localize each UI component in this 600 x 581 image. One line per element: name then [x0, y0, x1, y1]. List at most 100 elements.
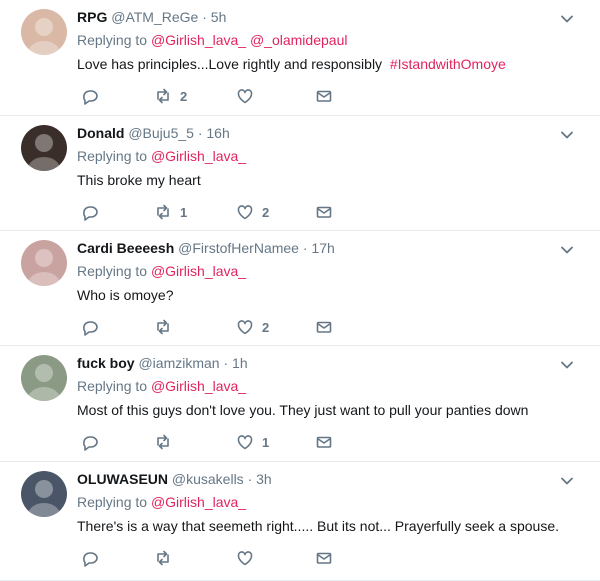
replying-label: Replying to: [77, 32, 148, 48]
direct-message-button[interactable]: [315, 432, 333, 452]
retweet-button[interactable]: [154, 317, 180, 337]
direct-message-button[interactable]: [315, 317, 333, 337]
display-name[interactable]: Donald: [77, 125, 124, 141]
reply-icon: [80, 318, 98, 336]
like-button[interactable]: 2: [236, 202, 269, 222]
tweet[interactable]: Donald @Buju5_5 · 16h Replying to @Girlis…: [0, 116, 600, 231]
mention-link[interactable]: @Girlish_lava_: [151, 378, 246, 394]
tweet-actions: 2: [77, 317, 377, 337]
separator-dot: ·: [198, 9, 211, 25]
direct-message-button[interactable]: [315, 86, 333, 106]
user-handle[interactable]: @kusakells: [172, 471, 244, 487]
tweet-actions: 1: [77, 432, 377, 452]
like-count: 2: [262, 319, 270, 335]
avatar[interactable]: [21, 9, 67, 55]
replying-label: Replying to: [77, 148, 148, 164]
separator-dot: ·: [193, 125, 207, 141]
display-name[interactable]: Cardi Beeeesh: [77, 240, 174, 256]
replying-label: Replying to: [77, 263, 148, 279]
retweet-icon: [154, 318, 172, 336]
separator-dot: ·: [298, 240, 312, 256]
tweet[interactable]: OLUWASEUN @kusakells · 3h Replying to @Gi…: [0, 462, 600, 581]
timestamp[interactable]: 17h: [311, 240, 334, 256]
tweet-actions: 12: [77, 202, 377, 222]
direct-message-button[interactable]: [315, 548, 333, 568]
reply-icon: [80, 87, 98, 105]
like-icon: [236, 203, 254, 221]
tweet-actions: 2: [77, 86, 377, 106]
like-icon: [236, 433, 254, 451]
tweet-body: Love has principles...Love rightly and r…: [77, 56, 383, 72]
tweet-text: Most of this guys don't love you. They j…: [77, 401, 528, 419]
user-handle[interactable]: @Buju5_5: [128, 125, 194, 141]
reply-button[interactable]: [80, 202, 98, 222]
like-count: 1: [262, 434, 270, 450]
replying-to: Replying to @Girlish_lava_: [77, 377, 246, 395]
display-name[interactable]: fuck boy: [77, 355, 135, 371]
mention-link[interactable]: @Girlish_lava_: [151, 148, 246, 164]
tweet-header: fuck boy @iamzikman · 1h: [77, 354, 248, 372]
mention-link[interactable]: @Girlish_lava_: [151, 494, 246, 510]
retweet-icon: [154, 433, 172, 451]
direct-message-icon: [315, 318, 333, 336]
chevron-down-icon[interactable]: [560, 243, 574, 257]
tweet[interactable]: RPG @ATM_ReGe · 5h Replying to @Girlish_l…: [0, 0, 600, 116]
tweet-header: Donald @Buju5_5 · 16h: [77, 124, 230, 142]
user-handle[interactable]: @FirstofHerNamee: [178, 240, 299, 256]
tweet[interactable]: Cardi Beeeesh @FirstofHerNamee · 17h Repl…: [0, 231, 600, 346]
tweet-body: Who is omoye?: [77, 287, 174, 303]
reply-icon: [80, 549, 98, 567]
direct-message-button[interactable]: [315, 202, 333, 222]
mention-link[interactable]: @_olamidepaul: [250, 32, 348, 48]
display-name[interactable]: RPG: [77, 9, 107, 25]
reply-button[interactable]: [80, 548, 98, 568]
chevron-down-icon[interactable]: [560, 128, 574, 142]
chevron-down-icon[interactable]: [560, 12, 574, 26]
user-handle[interactable]: @ATM_ReGe: [111, 9, 198, 25]
timestamp[interactable]: 3h: [256, 471, 272, 487]
tweet-body: This broke my heart: [77, 172, 201, 188]
tweet-body: There's is a way that seemeth right.....…: [77, 518, 560, 534]
tweet-actions: [77, 548, 377, 568]
tweet-text: Who is omoye?: [77, 286, 173, 304]
hashtag-link[interactable]: #IstandwithOmoye: [390, 56, 506, 72]
replying-label: Replying to: [77, 378, 148, 394]
avatar[interactable]: [21, 355, 67, 401]
separator-dot: ·: [219, 355, 233, 371]
retweet-button[interactable]: 1: [154, 202, 187, 222]
retweet-button[interactable]: 2: [154, 86, 187, 106]
reply-button[interactable]: [80, 432, 98, 452]
mention-link[interactable]: @Girlish_lava_: [151, 32, 246, 48]
timestamp[interactable]: 5h: [211, 9, 227, 25]
tweet[interactable]: fuck boy @iamzikman · 1h Replying to @Gir…: [0, 346, 600, 462]
direct-message-icon: [315, 203, 333, 221]
like-button[interactable]: [236, 86, 262, 106]
avatar[interactable]: [21, 240, 67, 286]
avatar[interactable]: [21, 125, 67, 171]
retweet-icon: [154, 549, 172, 567]
retweet-button[interactable]: [154, 432, 180, 452]
like-button[interactable]: 1: [236, 432, 269, 452]
replying-to: Replying to @Girlish_lava_ @_olamidepaul: [77, 31, 347, 49]
timestamp[interactable]: 1h: [232, 355, 248, 371]
user-handle[interactable]: @iamzikman: [138, 355, 219, 371]
retweet-icon: [154, 203, 172, 221]
tweet-header: OLUWASEUN @kusakells · 3h: [77, 470, 272, 488]
mention-link[interactable]: @Girlish_lava_: [151, 263, 246, 279]
avatar[interactable]: [21, 471, 67, 517]
like-button[interactable]: [236, 548, 262, 568]
tweet-feed: RPG @ATM_ReGe · 5h Replying to @Girlish_l…: [0, 0, 600, 581]
chevron-down-icon[interactable]: [560, 358, 574, 372]
timestamp[interactable]: 16h: [206, 125, 229, 141]
chevron-down-icon[interactable]: [560, 474, 574, 488]
reply-button[interactable]: [80, 317, 98, 337]
retweet-count: 2: [180, 88, 188, 104]
reply-button[interactable]: [80, 86, 98, 106]
replying-to: Replying to @Girlish_lava_: [77, 262, 246, 280]
display-name[interactable]: OLUWASEUN: [77, 471, 168, 487]
reply-icon: [80, 433, 98, 451]
replying-to: Replying to @Girlish_lava_: [77, 493, 246, 511]
like-count: 2: [262, 204, 270, 220]
like-button[interactable]: 2: [236, 317, 269, 337]
retweet-button[interactable]: [154, 548, 180, 568]
